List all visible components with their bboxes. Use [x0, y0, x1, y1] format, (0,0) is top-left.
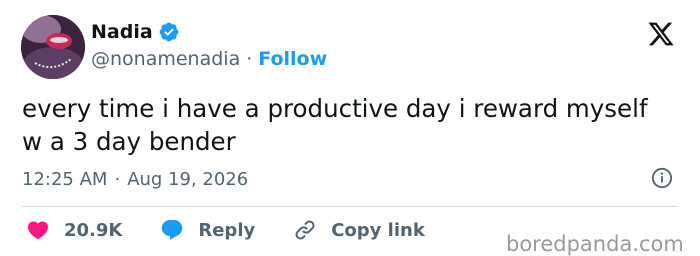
author-name-row: Nadia [91, 19, 180, 45]
action-bar: 20.9K Reply Copy link [26, 216, 463, 244]
reply-bubble-icon [162, 220, 183, 240]
like-count: 20.9K [64, 219, 123, 241]
handle-separator: · [246, 48, 253, 70]
verified-badge-icon [158, 21, 180, 43]
reply-button[interactable]: Reply [160, 218, 255, 242]
meta-separator: · [114, 168, 121, 190]
heart-icon [27, 221, 49, 240]
author-name[interactable]: Nadia [91, 21, 153, 43]
tweet-card: Nadia @nonamenadia · Follow every time i… [0, 0, 700, 256]
copy-link-label: Copy link [331, 219, 425, 241]
tweet-date[interactable]: Aug 19, 2026 [127, 169, 248, 190]
tweet-text: every time i have a productive day i rew… [22, 94, 648, 156]
link-icon [295, 220, 315, 240]
reply-label: Reply [198, 219, 256, 241]
divider [22, 206, 678, 207]
handle-row: @nonamenadia · Follow [91, 47, 327, 71]
follow-button[interactable]: Follow [258, 48, 327, 70]
author-handle[interactable]: @nonamenadia [91, 48, 240, 70]
tweet-meta: 12:25 AM · Aug 19, 2026 [22, 166, 248, 192]
avatar[interactable] [21, 15, 85, 79]
like-button[interactable]: 20.9K [26, 218, 122, 242]
x-logo-icon[interactable] [647, 20, 675, 48]
info-icon[interactable] [651, 167, 673, 189]
watermark: boredpanda.com [506, 232, 684, 256]
copy-link-button[interactable]: Copy link [293, 218, 425, 242]
tweet-time[interactable]: 12:25 AM [22, 169, 107, 190]
